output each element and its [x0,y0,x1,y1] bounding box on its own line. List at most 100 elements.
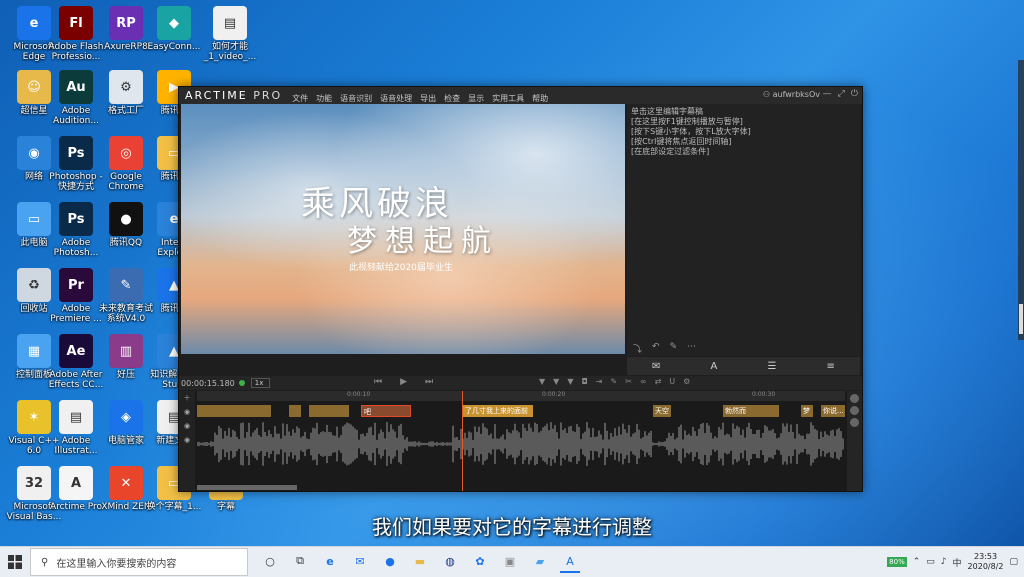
clock[interactable]: 23:53 2020/8/2 [968,552,1004,572]
eye-icon[interactable]: ◉ [179,433,195,447]
subtitle-segment[interactable] [289,405,301,417]
editor-line[interactable]: [在底部设定过滤条件] [631,147,856,157]
chevron-up-icon[interactable]: ⌃ [913,557,921,567]
network-app-icon[interactable]: ✿ [470,551,490,571]
timecode: 00:00:15.180 [181,378,235,388]
audio-waveform[interactable] [197,421,845,467]
video-preview[interactable]: 乘风破浪 梦想起航 此视频献给2020届毕业生 [181,104,625,354]
start-button[interactable] [0,547,30,577]
side-scroll-panel[interactable] [1018,60,1024,340]
volume-icon[interactable]: ♪ [941,557,947,567]
subtitle-segment[interactable]: 你说... [821,405,845,417]
desktop-icon[interactable]: ◆ EasyConn... [144,6,204,52]
cortana-icon[interactable]: ○ [260,551,280,571]
menu-item[interactable]: 显示 [468,94,484,103]
cut-icon[interactable]: ✂ [625,377,632,386]
status-dot [238,380,245,386]
taskbar-search[interactable]: ⚲ 在这里输入你要搜索的内容 [30,548,248,576]
premiere-icon: Pr [59,268,93,302]
menu-item[interactable]: 功能 [316,94,332,103]
folder-icon[interactable]: ▬ [410,551,430,571]
video-caption: 我们如果要对它的字幕进行调整 [372,515,652,539]
eye-icon[interactable]: ◉ [179,405,195,419]
subtitle-segment[interactable]: 梦 [801,405,813,417]
editor-text[interactable]: 单击这里编辑字幕稿 [在这里按F1键控制播放与暂停] [按下S键小字体，按下L放大字… [627,104,860,160]
marker3-icon[interactable]: ▼ [567,377,573,386]
cursor-icon[interactable]: ⤵ [633,342,642,356]
menu-item[interactable]: 语音识别 [340,94,372,103]
editor-line[interactable]: [按下S键小字体，按下L放大字体] [631,127,856,137]
system-tray: 80% ⌃ ▭ ♪ 中 23:53 2020/8/2 ▢ [887,547,1018,577]
arctime-taskbar-icon[interactable]: A [560,551,580,573]
zoom-knob[interactable] [850,394,859,403]
after-effects-icon: Ae [59,334,93,368]
timeline-scrollbar[interactable] [197,485,297,490]
notifications-icon[interactable]: ▢ [1009,557,1018,567]
battery-indicator[interactable]: 80% [887,557,907,567]
undo-icon[interactable]: ↶ [652,342,660,356]
eye-icon[interactable]: ◉ [179,419,195,433]
subtitle-track[interactable]: 吧 了几寸我上来的面前 天空 勃然而 梦你说... [197,405,845,417]
subtitle-segment[interactable] [309,405,349,417]
editor-line[interactable]: [按Ctrl键将焦点返回时间轴] [631,137,856,147]
editor-line[interactable]: [在这里按F1键控制播放与暂停] [631,117,856,127]
tab-comments-icon[interactable]: ✉ [652,361,660,372]
arctime-window: ARCTIME PRO 文件 功能 语音识别 语音处理 导出 检查 显示 实用工具 帮助 ⚇ a… [178,86,863,492]
tab-lines-icon[interactable]: ≡ [827,361,835,372]
factory-app-icon[interactable]: ▣ [500,551,520,571]
add-track-icon[interactable]: ＋ [179,391,195,405]
file-icon: ▤ [213,6,247,40]
subtitle-segment[interactable] [197,405,271,417]
link-icon[interactable]: ∞ [640,377,647,386]
settings-icon[interactable]: ⚙ [683,377,690,386]
menu-item[interactable]: 帮助 [532,94,548,103]
app-icon[interactable]: ◍ [440,551,460,571]
subtitle-segment[interactable]: 吧 [361,405,411,417]
time-ruler[interactable]: 0:00:10 0:00:20 0:00:30 [197,391,845,401]
exam-system-icon: ✎ [109,268,143,302]
menu-item[interactable]: 语音处理 [380,94,412,103]
lens-icon[interactable]: ● [380,551,400,571]
subtitle-segment[interactable]: 天空 [653,405,671,417]
split-icon[interactable]: ⇥ [596,377,603,386]
menu-item[interactable]: 实用工具 [492,94,524,103]
speed-select[interactable]: 1x [250,378,271,388]
playhead[interactable] [462,391,463,491]
menu-item[interactable]: 检查 [444,94,460,103]
tab-list-icon[interactable]: ☰ [767,361,776,372]
marker-icon[interactable]: ▼ [539,377,545,386]
network-icon[interactable]: ▭ [926,557,935,567]
scroll-thumb[interactable] [1019,304,1023,334]
tab-style-icon[interactable]: A [711,361,718,372]
brush-icon[interactable]: ✎ [611,377,618,386]
note-app-icon[interactable]: ▰ [530,551,550,571]
more-icon[interactable]: ⋯ [687,342,696,356]
task-view-icon[interactable]: ⧉ [290,551,310,571]
edge-icon[interactable]: e [320,551,340,571]
camera-icon[interactable]: ◘ [581,377,587,386]
zoom-knob[interactable] [850,418,859,427]
timeline[interactable]: ＋ ◉ ◉ ◉ 0:00:10 0:00:20 0:00:30 吧 了几寸我上来的… [179,391,862,491]
swap-icon[interactable]: ⇄ [655,377,662,386]
play-icon[interactable]: ▶ [400,377,407,387]
prev-icon[interactable]: ⏮ [374,377,382,387]
desktop-icon[interactable]: ▤ 如何才能_1_video_... [200,6,260,62]
editor-toolbar: ⤵ ↶ ✎ ⋯ [627,342,866,356]
subtitle-editor[interactable]: 单击这里编辑字幕稿 [在这里按F1键控制播放与暂停] [按下S键小字体，按下L放大字… [627,104,860,356]
editor-line[interactable]: 单击这里编辑字幕稿 [631,107,856,117]
user-account[interactable]: ⚇ aufwrbksOv [763,90,820,99]
minimize-icon[interactable]: — [823,89,832,99]
pen-icon[interactable]: ✎ [670,342,678,356]
mail-icon[interactable]: ✉ [350,551,370,571]
subtitle-segment[interactable]: 了几寸我上来的面前 [463,405,533,417]
magnet-icon[interactable]: U [669,377,675,386]
next-icon[interactable]: ⏭ [425,377,433,387]
ime-indicator[interactable]: 中 [953,556,962,569]
zoom-knob[interactable] [850,406,859,415]
marker2-icon[interactable]: ▼ [553,377,559,386]
close-icon[interactable]: ⏻ [851,89,858,99]
menu-item[interactable]: 导出 [420,94,436,103]
subtitle-segment[interactable]: 勃然而 [723,405,779,417]
menu-item[interactable]: 文件 [292,94,308,103]
maximize-icon[interactable]: ⤢ [838,89,845,99]
